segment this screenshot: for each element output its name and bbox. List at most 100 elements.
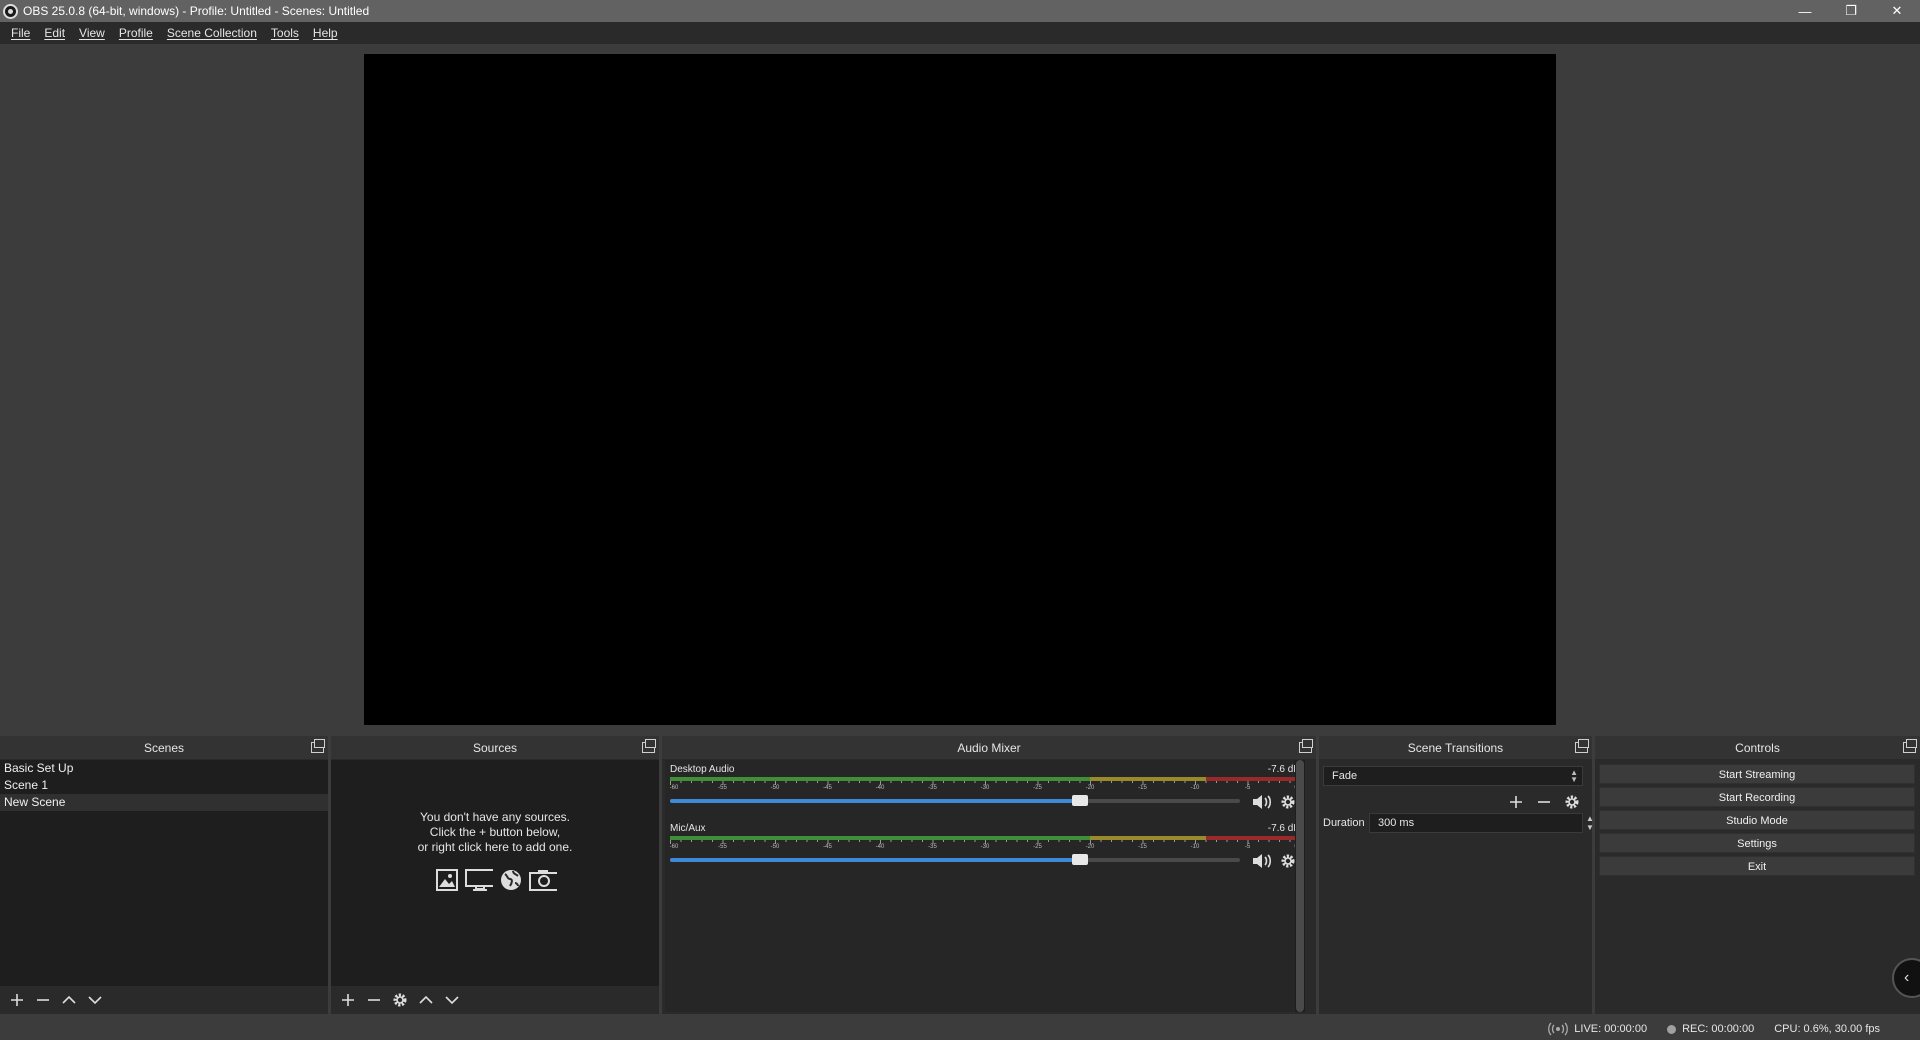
scene-transitions-dock-header: Scene Transitions	[1319, 736, 1592, 760]
empty-line: or right click here to add one.	[417, 840, 573, 854]
live-time: LIVE: 00:00:00	[1574, 1023, 1648, 1035]
move-scene-down-button[interactable]	[82, 987, 108, 1013]
display-capture-icon	[465, 867, 493, 893]
mixer-scrollbar[interactable]	[1295, 760, 1305, 1012]
minimize-button[interactable]: —	[1782, 0, 1828, 22]
source-properties-button[interactable]	[387, 987, 413, 1013]
meter-tick-label: -60	[669, 785, 679, 791]
undock-icon[interactable]	[642, 739, 656, 753]
meter-tick-label: -55	[718, 785, 727, 791]
minus-icon	[1538, 801, 1550, 803]
meter-tick-labels: -60-55-50-45-40-35-30-25-20-15-10-50	[670, 844, 1300, 852]
menu-tools[interactable]: Tools	[264, 22, 306, 44]
sources-dock: Sources You don't have any sources. Clic…	[331, 736, 659, 1014]
meter-tick-label: -45	[823, 785, 832, 791]
remove-source-button[interactable]	[361, 987, 387, 1013]
move-source-up-button[interactable]	[413, 987, 439, 1013]
add-scene-button[interactable]	[4, 987, 30, 1013]
meter-tick-label: -50	[770, 844, 780, 850]
scenes-toolbar	[0, 986, 328, 1014]
restore-button[interactable]: ❐	[1828, 0, 1874, 22]
sources-dock-header: Sources	[331, 736, 659, 760]
meter-tick-label: -10	[1190, 785, 1200, 791]
image-source-icon	[433, 867, 461, 893]
meter-tick-labels: -60-55-50-45-40-35-30-25-20-15-10-50	[670, 785, 1300, 793]
volume-slider[interactable]	[670, 795, 1240, 806]
minus-icon	[37, 999, 49, 1001]
transition-properties-button[interactable]	[1560, 791, 1584, 813]
source-type-icons	[331, 867, 659, 893]
menu-file[interactable]: File	[4, 22, 37, 44]
studio-mode-button[interactable]: Studio Mode	[1599, 810, 1915, 830]
settings-button[interactable]: Settings	[1599, 833, 1915, 853]
volume-slider-handle[interactable]	[1072, 795, 1089, 806]
add-transition-button[interactable]	[1504, 791, 1528, 813]
meter-tick-label: -20	[1085, 844, 1095, 850]
chevron-up-icon	[62, 995, 76, 1004]
close-button[interactable]: ✕	[1874, 0, 1920, 22]
record-dot-icon	[1667, 1024, 1677, 1034]
remove-transition-button[interactable]	[1532, 791, 1556, 813]
empty-line: You don't have any sources.	[420, 810, 570, 824]
undock-icon[interactable]	[1903, 739, 1917, 753]
transition-select-value: Fade	[1332, 770, 1358, 782]
scene-item-selected[interactable]: New Scene	[0, 794, 328, 811]
mixer-area: Desktop Audio -7.6 dB -60 -55 -50 -45 -40 -35…	[665, 760, 1305, 1012]
transition-toolbar	[1504, 791, 1584, 813]
preview-canvas[interactable]	[364, 54, 1556, 725]
menu-profile[interactable]: Profile	[112, 22, 160, 44]
title-bar: OBS 25.0.8 (64-bit, windows) - Profile: …	[0, 0, 1920, 22]
scene-item[interactable]: Scene 1	[0, 777, 328, 794]
mute-button[interactable]	[1250, 792, 1274, 812]
scenes-list[interactable]: Basic Set Up Scene 1 New Scene	[0, 760, 328, 986]
undock-icon[interactable]	[1299, 739, 1313, 753]
scenes-dock: Scenes Basic Set Up Scene 1 New Scene	[0, 736, 328, 1014]
sources-title: Sources	[472, 740, 518, 755]
move-scene-up-button[interactable]	[56, 987, 82, 1013]
gear-icon	[1281, 854, 1295, 868]
meter-tick-label: -50	[770, 785, 780, 791]
status-bar: LIVE: 00:00:00 REC: 00:00:00 CPU: 0.6%, …	[0, 1018, 1920, 1040]
meter-tick-label: -15	[1138, 844, 1147, 850]
add-source-button[interactable]	[335, 987, 361, 1013]
mixer-channel-desktop-audio: Desktop Audio -7.6 dB -60 -55 -50 -45 -40 -35…	[670, 764, 1300, 824]
menu-help[interactable]: Help	[306, 22, 345, 44]
menu-view[interactable]: View	[72, 22, 112, 44]
move-source-down-button[interactable]	[439, 987, 465, 1013]
speaker-icon	[1253, 854, 1272, 868]
menu-scene-collection[interactable]: Scene Collection	[160, 22, 264, 44]
chevron-down-icon	[445, 996, 459, 1005]
meter-tick-label: -55	[718, 844, 727, 850]
volume-slider-fill	[670, 799, 1081, 803]
meter-tick-label: -25	[1033, 844, 1042, 850]
duration-value: 300 ms	[1378, 817, 1415, 829]
channel-name: Desktop Audio	[670, 764, 735, 775]
volume-slider[interactable]	[670, 854, 1240, 865]
meter-tick-label: -45	[823, 844, 832, 850]
empty-line: Click the + button below,	[429, 825, 561, 839]
exit-button[interactable]: Exit	[1599, 856, 1915, 876]
mute-button[interactable]	[1250, 851, 1274, 871]
remove-scene-button[interactable]	[30, 987, 56, 1013]
gear-icon	[1565, 795, 1579, 809]
meter-tick-label: -10	[1190, 844, 1200, 850]
meter-tick-label: -25	[1033, 785, 1042, 791]
meter-tick-label: -5	[1244, 844, 1251, 850]
undock-icon[interactable]	[311, 739, 325, 753]
undock-icon[interactable]	[1575, 739, 1589, 753]
meter-tick-label: -40	[875, 785, 885, 791]
gear-icon	[1281, 795, 1295, 809]
duration-spinbox[interactable]: 300 ms ▲ ▼	[1369, 813, 1594, 833]
start-streaming-button[interactable]: Start Streaming	[1599, 764, 1915, 784]
scene-item[interactable]: Basic Set Up	[0, 760, 328, 777]
sources-list[interactable]: You don't have any sources. Click the + …	[331, 760, 659, 986]
audio-mixer-title: Audio Mixer	[957, 740, 1021, 755]
controls-title: Controls	[1735, 740, 1780, 755]
speaker-icon	[1253, 795, 1272, 809]
broadcast-icon	[1548, 1022, 1569, 1036]
volume-slider-handle[interactable]	[1072, 854, 1089, 865]
chevron-up-icon	[419, 995, 433, 1004]
start-recording-button[interactable]: Start Recording	[1599, 787, 1915, 807]
transition-select[interactable]: Fade ▲ ▼	[1323, 766, 1583, 786]
menu-edit[interactable]: Edit	[37, 22, 72, 44]
